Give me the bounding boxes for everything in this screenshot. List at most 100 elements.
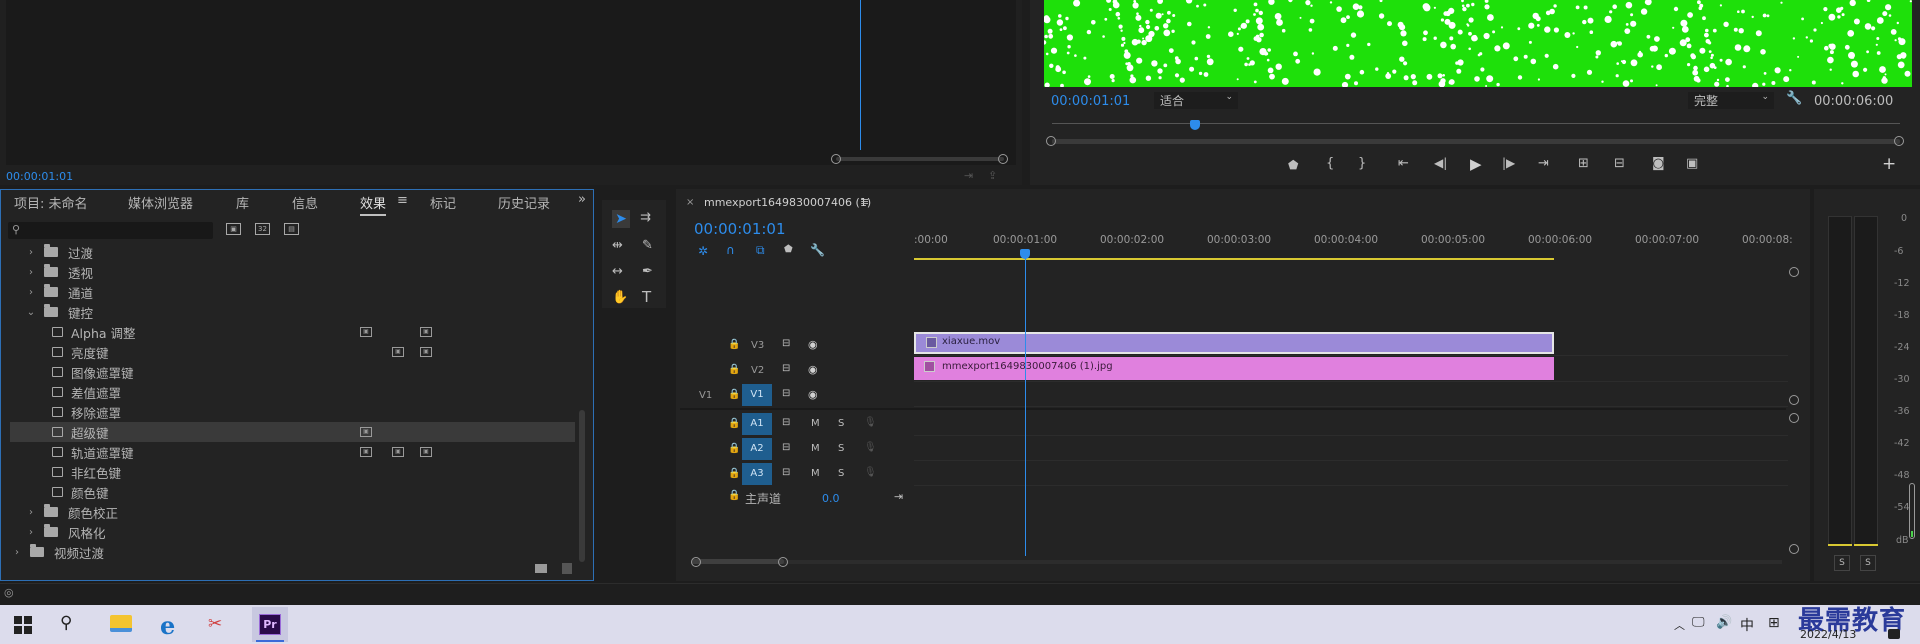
solo-button[interactable]: S bbox=[838, 418, 844, 429]
linked-selection-icon[interactable]: ⧉ bbox=[756, 243, 765, 258]
lock-icon[interactable]: 🔒 bbox=[728, 339, 740, 350]
zoom-select[interactable]: 适合 ⌄ bbox=[1154, 92, 1238, 109]
start-windows-icon[interactable] bbox=[14, 616, 32, 634]
track-toggle-audio-2[interactable]: A3 bbox=[742, 463, 772, 485]
chevron-down-icon[interactable]: ⌄ bbox=[24, 307, 38, 318]
track-toggle-video-2[interactable]: V1 bbox=[742, 384, 772, 406]
source-patch-v1[interactable]: V1 bbox=[699, 390, 712, 401]
step-back-icon[interactable]: ◀| bbox=[1434, 156, 1447, 170]
panel-menu-icon[interactable]: ≡ bbox=[397, 193, 408, 208]
timeline-timecode[interactable]: 00:00:01:01 bbox=[694, 220, 786, 238]
track-toggle-video-1[interactable]: V2 bbox=[751, 365, 764, 376]
timeline-settings-icon[interactable]: 🔧 bbox=[810, 243, 825, 257]
eye-icon[interactable]: ◉ bbox=[808, 338, 818, 351]
sequence-tab-label[interactable]: mmexport1649830007406 (1) bbox=[704, 196, 871, 209]
razor-tool-icon[interactable]: ✎ bbox=[642, 238, 653, 253]
sync-lock-icon[interactable]: ⊟ bbox=[782, 442, 790, 453]
effects-folder[interactable]: › 通道 bbox=[10, 282, 575, 302]
chevron-right-icon[interactable]: › bbox=[24, 267, 38, 278]
effects-folder[interactable]: › 颜色校正 bbox=[10, 502, 575, 522]
program-mini-ruler[interactable] bbox=[1052, 123, 1900, 124]
effect-item[interactable]: 轨道遮罩键 ▣ ▣ ▣ bbox=[10, 442, 575, 462]
export-frame-icon[interactable]: ⇥ bbox=[964, 169, 973, 182]
ripple-edit-tool-icon[interactable]: ⇹ bbox=[612, 238, 623, 253]
source-timecode[interactable]: 00:00:01:01 bbox=[6, 170, 73, 183]
selection-tool-icon[interactable]: ➤ bbox=[612, 210, 630, 228]
premiere-app-icon[interactable]: Pr bbox=[252, 607, 288, 642]
tab-effects[interactable]: 效果 bbox=[360, 193, 387, 216]
lock-icon[interactable]: 🔒 bbox=[728, 443, 740, 454]
add-marker-icon[interactable]: ⬟ bbox=[1288, 158, 1298, 172]
step-forward-icon[interactable]: |▶ bbox=[1502, 156, 1515, 170]
program-scroll-handle-right[interactable] bbox=[1894, 136, 1904, 146]
microphone-icon[interactable]: 🎙 bbox=[864, 467, 877, 478]
effects-folder[interactable]: ⌄ 键控 bbox=[10, 302, 575, 322]
nest-icon[interactable]: ✲ bbox=[698, 244, 708, 258]
timeline-hscroll-thumb[interactable] bbox=[692, 559, 784, 564]
tab-libraries[interactable]: 库 bbox=[236, 193, 249, 212]
timeline-playhead-line[interactable] bbox=[1025, 258, 1026, 556]
work-area-bar[interactable] bbox=[914, 258, 1554, 260]
timeline-vscroll-handle[interactable] bbox=[1789, 267, 1799, 277]
clip-v2[interactable]: mmexport1649830007406 (1).jpg bbox=[914, 357, 1554, 380]
program-timecode[interactable]: 00:00:01:01 bbox=[1051, 94, 1130, 109]
tab-info[interactable]: 信息 bbox=[292, 193, 318, 212]
timeline-hscroll[interactable] bbox=[692, 560, 1782, 564]
timeline-hscroll-handle[interactable] bbox=[691, 557, 701, 567]
mute-button[interactable]: M bbox=[811, 418, 820, 429]
microphone-icon[interactable]: 🎙 bbox=[864, 417, 877, 428]
eye-icon[interactable]: ◉ bbox=[808, 363, 818, 376]
chevron-right-icon[interactable]: › bbox=[10, 547, 24, 558]
close-icon[interactable]: × bbox=[686, 197, 694, 208]
mark-in-icon[interactable]: { bbox=[1326, 156, 1334, 171]
lock-icon[interactable]: 🔒 bbox=[728, 490, 740, 501]
effects-folder[interactable]: › 视频过渡 bbox=[10, 542, 575, 562]
effect-item[interactable]: 颜色键 bbox=[10, 482, 575, 502]
sync-lock-icon[interactable]: ⊟ bbox=[782, 363, 790, 374]
share-icon[interactable]: ⇪ bbox=[988, 169, 997, 182]
source-scrollbar[interactable] bbox=[836, 157, 1004, 161]
program-scroll-handle-left[interactable] bbox=[1046, 136, 1056, 146]
yuv-effects-icon[interactable]: ▤ bbox=[284, 223, 299, 235]
solo-left-button[interactable]: S bbox=[1834, 555, 1850, 571]
quality-select[interactable]: 完整 ⌄ bbox=[1688, 92, 1774, 109]
effect-item[interactable]: 移除遮罩 bbox=[10, 402, 575, 422]
add-button-icon[interactable]: + bbox=[1882, 154, 1896, 174]
effect-item[interactable]: 亮度键 ▣ ▣ bbox=[10, 342, 575, 362]
chevron-right-icon[interactable]: › bbox=[24, 247, 38, 258]
microphone-icon[interactable]: 🎙 bbox=[864, 442, 877, 453]
file-explorer-icon[interactable] bbox=[110, 615, 132, 632]
timeline-vscroll-handle[interactable] bbox=[1789, 395, 1799, 405]
effects-folder[interactable]: › 风格化 bbox=[10, 522, 575, 542]
edge-browser-icon[interactable]: e bbox=[160, 611, 175, 640]
solo-right-button[interactable]: S bbox=[1860, 555, 1876, 571]
chevron-right-icon[interactable]: › bbox=[24, 527, 38, 538]
tray-chevron-icon[interactable]: ︿ bbox=[1674, 617, 1685, 633]
keyboard-layout-icon[interactable]: ⊞ bbox=[1768, 615, 1780, 631]
solo-button[interactable]: S bbox=[838, 468, 844, 479]
hand-tool-icon[interactable]: ✋ bbox=[612, 290, 628, 305]
source-scroll-handle-left[interactable] bbox=[831, 154, 841, 164]
tab-markers[interactable]: 标记 bbox=[430, 193, 456, 212]
ime-indicator[interactable]: 中 bbox=[1740, 615, 1754, 635]
meter-scroll-indicator[interactable] bbox=[1909, 483, 1915, 539]
effect-item[interactable]: Alpha 调整 ▣ ▣ bbox=[10, 322, 575, 342]
track-select-tool-icon[interactable]: ⇉ bbox=[640, 210, 651, 225]
pen-tool-icon[interactable]: ✒ bbox=[642, 264, 653, 279]
track-toggle-audio-0[interactable]: A1 bbox=[742, 413, 772, 435]
effects-folder[interactable]: › 透视 bbox=[10, 262, 575, 282]
network-icon[interactable]: 🖵 bbox=[1692, 615, 1705, 630]
tab-history[interactable]: 历史记录 bbox=[498, 193, 550, 212]
effect-item[interactable]: 非红色键 bbox=[10, 462, 575, 482]
effect-item[interactable]: 差值遮罩 bbox=[10, 382, 575, 402]
32bit-effects-icon[interactable]: 32 bbox=[255, 223, 270, 235]
type-tool-icon[interactable]: T bbox=[642, 288, 651, 306]
track-toggle-video-0[interactable]: V3 bbox=[751, 340, 764, 351]
effect-item[interactable]: 图像遮罩键 bbox=[10, 362, 575, 382]
program-playhead[interactable] bbox=[1190, 120, 1200, 130]
chevron-right-icon[interactable]: › bbox=[24, 507, 38, 518]
panel-overflow-icon[interactable]: » bbox=[578, 192, 586, 207]
lock-icon[interactable]: 🔒 bbox=[728, 364, 740, 375]
chevron-right-icon[interactable]: › bbox=[24, 287, 38, 298]
sync-lock-icon[interactable]: ⊟ bbox=[782, 338, 790, 349]
